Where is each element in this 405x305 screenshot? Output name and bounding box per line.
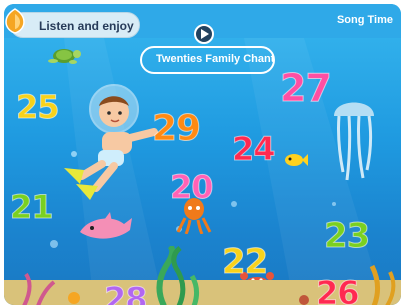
number-29[interactable]: 29 [151, 108, 201, 150]
turtle-icon [48, 49, 81, 64]
number-25[interactable]: 25 [16, 88, 61, 127]
listen-label: Listen and enjoy [39, 19, 134, 33]
number-24[interactable]: 24 [232, 130, 277, 169]
pink-dolphin-icon [80, 212, 132, 239]
number-20[interactable]: 20 [170, 168, 215, 207]
number-22[interactable]: 22 [221, 242, 268, 283]
number-26[interactable]: 26 [316, 274, 361, 305]
song-title-bubble: Twenties Family Chant [140, 46, 275, 74]
jellyfish-icon [334, 102, 374, 181]
listen-and-enjoy-pill[interactable]: Listen and enjoy [10, 12, 140, 38]
song-title: Twenties Family Chant [156, 53, 275, 65]
underwater-scene: Listen and enjoy Song Time Twenties Fami… [4, 4, 401, 305]
orange-shield-icon [5, 8, 25, 34]
app-frame: Listen and enjoy Song Time Twenties Fami… [0, 0, 405, 305]
song-time-label[interactable]: Song Time [337, 14, 393, 26]
number-23[interactable]: 23 [323, 216, 370, 257]
number-21[interactable]: 21 [10, 188, 55, 227]
number-27[interactable]: 27 [280, 66, 333, 111]
yellow-fish-icon [285, 154, 308, 166]
play-icon [201, 29, 209, 39]
number-28[interactable]: 28 [104, 280, 149, 305]
play-button[interactable] [194, 24, 214, 44]
